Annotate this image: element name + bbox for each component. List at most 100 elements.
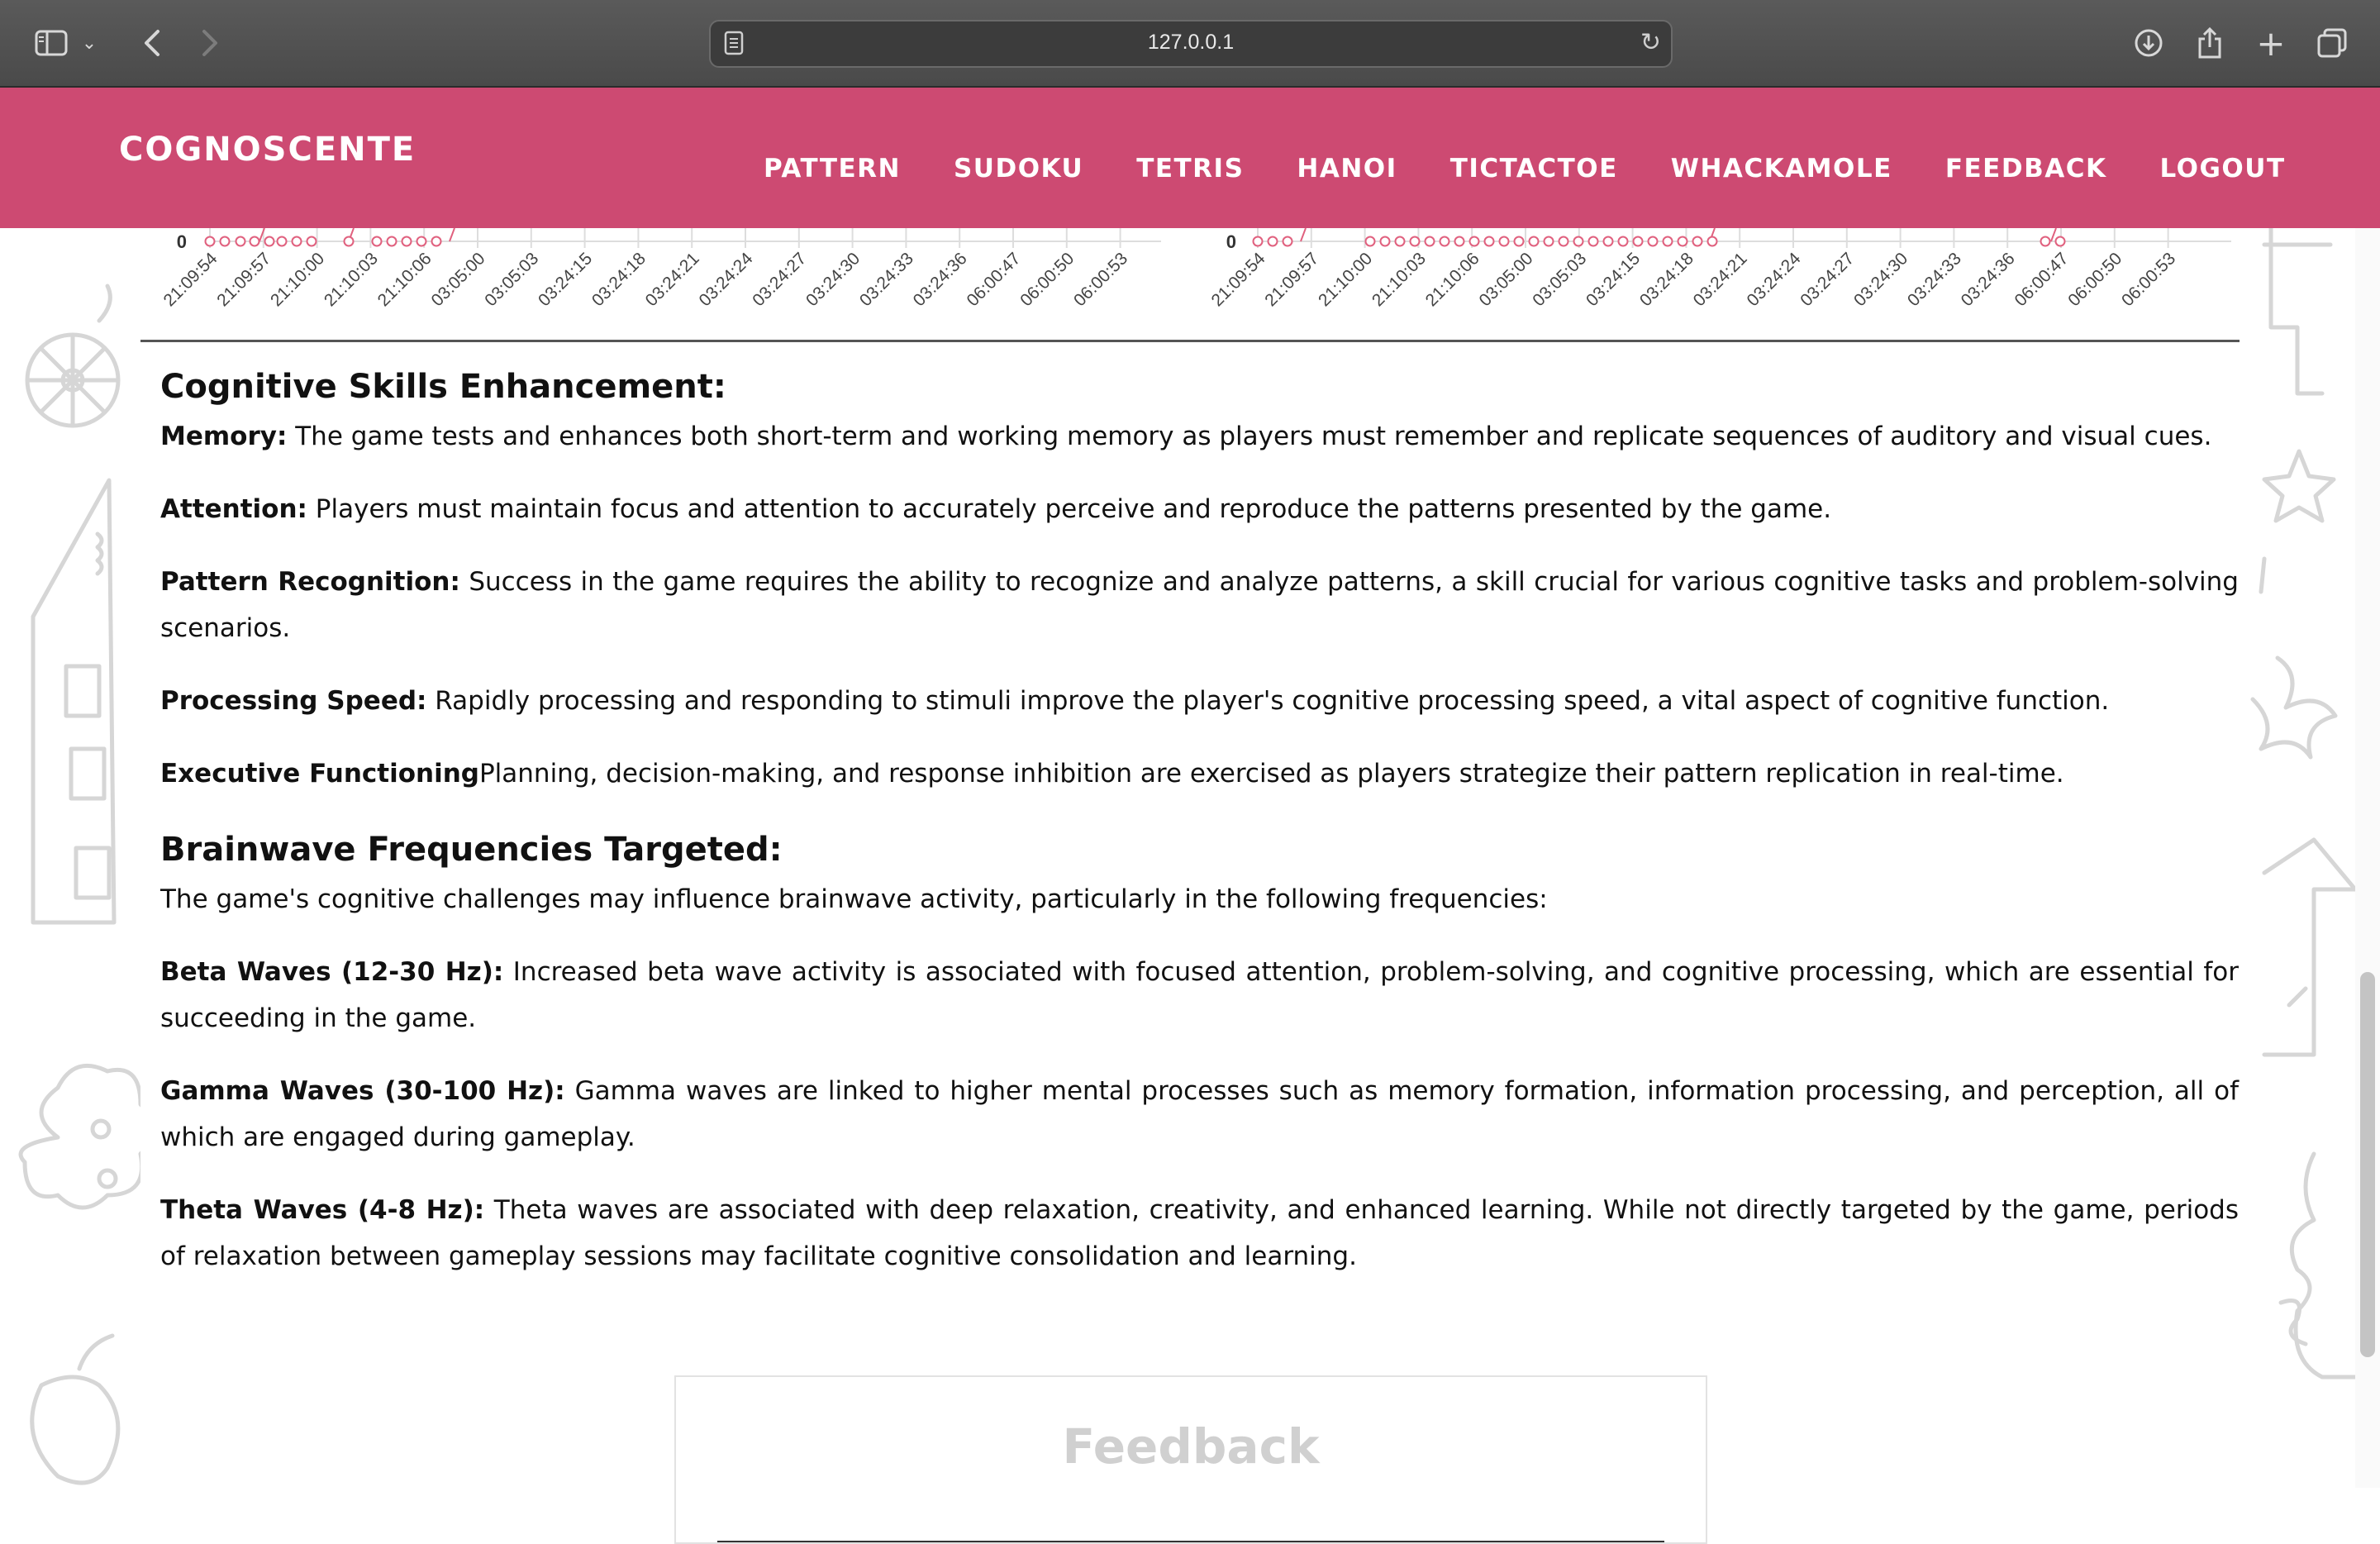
skill-term: Executive Functioning <box>160 759 479 789</box>
skill-text: Players must maintain focus and attentio… <box>307 494 1832 524</box>
plus-icon[interactable]: + <box>2249 21 2292 64</box>
chart-x-tick-label: 03:24:24 <box>695 249 756 310</box>
chart-point <box>1379 236 1391 247</box>
chart-x-tick-label: 03:05:03 <box>1529 249 1590 310</box>
chart-point <box>1498 236 1510 247</box>
chart-x-tick-label: 03:24:21 <box>642 249 703 310</box>
chart-x-tick-label: 06:00:53 <box>1070 249 1131 310</box>
chart-point <box>264 236 275 247</box>
feedback-divider <box>717 1541 1664 1542</box>
wave-term: Beta Waves (12-30 Hz): <box>160 957 504 987</box>
chart-point <box>1394 236 1406 247</box>
share-icon[interactable] <box>2188 21 2231 64</box>
chart-point <box>1558 236 1569 247</box>
nav-link-whackamole[interactable]: WHACKAMOLE <box>1671 154 1892 183</box>
nav-link-hanoi[interactable]: HANOI <box>1297 154 1397 183</box>
nav-link-tictactoe[interactable]: TICTACTOE <box>1450 154 1618 183</box>
chart-x-tick-label: 03:24:21 <box>1690 249 1751 310</box>
chart-point <box>1483 236 1495 247</box>
chart-x-tick-label: 21:09:57 <box>1261 249 1322 310</box>
chart-x-tick-label: 03:24:24 <box>1743 249 1804 310</box>
site-navbar: COGNOSCENTE PATTERN SUDOKU TETRIS HANOI … <box>0 88 2380 228</box>
reload-icon[interactable]: ↻ <box>1640 28 1661 57</box>
chart-x-tick-label: 21:10:03 <box>321 249 382 310</box>
chart-x-tick-label: 03:24:15 <box>535 249 596 310</box>
chart-point <box>2054 236 2066 247</box>
charts-divider <box>140 340 2240 342</box>
chart-x-tick-label: 03:24:15 <box>1583 249 1644 310</box>
nav-link-feedback[interactable]: FEEDBACK <box>1945 154 2107 183</box>
brainwaves-intro: The game's cognitive challenges may infl… <box>160 884 1548 914</box>
chart-point <box>1364 236 1376 247</box>
chart-point <box>1706 236 1718 247</box>
feedback-card: Feedback <box>674 1375 1707 1544</box>
chart-point <box>276 236 288 247</box>
skill-text: Success in the game requires the ability… <box>160 567 2239 643</box>
browser-toolbar: ⌄ 127.0.0.1 ↻ + <box>0 0 2380 88</box>
article: Cognitive Skills Enhancement: Memory: Th… <box>160 360 2239 1306</box>
skill-pattern-recognition: Pattern Recognition: Success in the game… <box>160 559 2239 651</box>
url-text: 127.0.0.1 <box>1147 31 1235 54</box>
forward-arrow-icon[interactable] <box>188 21 231 64</box>
chart-point <box>1662 236 1673 247</box>
brainwaves-heading: Brainwave Frequencies Targeted: <box>160 831 783 869</box>
chart-point <box>1424 236 1435 247</box>
skill-attention: Attention: Players must maintain focus a… <box>160 486 2239 532</box>
chart-x-tick-label: 03:24:36 <box>910 249 971 310</box>
chart-point <box>204 236 216 247</box>
wave-gamma: Gamma Waves (30-100 Hz): Gamma waves are… <box>160 1068 2239 1160</box>
scrollbar-thumb[interactable] <box>2360 972 2375 1357</box>
chart-point <box>2040 236 2051 247</box>
chart-point <box>1573 236 1584 247</box>
chevron-down-icon[interactable]: ⌄ <box>76 21 102 64</box>
skill-term: Processing Speed: <box>160 686 427 716</box>
skill-term: Memory: <box>160 422 288 451</box>
sidebar-icon[interactable] <box>30 21 73 64</box>
chart-point <box>235 236 246 247</box>
chart-point <box>1647 236 1659 247</box>
chart-point <box>1252 236 1264 247</box>
address-bar[interactable]: 127.0.0.1 ↻ <box>709 20 1673 68</box>
chart-x-tick-label: 06:00:47 <box>963 249 1024 310</box>
chart-x-tick-label: 03:24:18 <box>1636 249 1697 310</box>
chart-point <box>1439 236 1450 247</box>
chart-point <box>1602 236 1614 247</box>
skills-heading: Cognitive Skills Enhancement: <box>160 368 726 406</box>
wave-term: Gamma Waves (30-100 Hz): <box>160 1076 565 1106</box>
chart-x-tick-label: 06:00:50 <box>1016 249 1078 310</box>
chart-x-tick-label: 21:10:06 <box>1422 249 1483 310</box>
chart-x-tick-label: 21:10:00 <box>267 249 328 310</box>
nav-link-logout[interactable]: LOGOUT <box>2159 154 2285 183</box>
chart-y-tick-label: 0 <box>177 231 187 252</box>
chart-x-tick-label: 03:05:00 <box>1475 249 1536 310</box>
back-arrow-icon[interactable] <box>131 21 174 64</box>
chart-point <box>416 236 427 247</box>
chart-point <box>219 236 231 247</box>
chart-point <box>431 236 442 247</box>
chart-x-tick-label: 03:24:33 <box>856 249 917 310</box>
skill-text: Planning, decision-making, and response … <box>478 759 2064 789</box>
download-icon[interactable] <box>2127 21 2170 64</box>
chart-y-tick-label: 0 <box>1226 231 1236 252</box>
chart-point <box>1513 236 1525 247</box>
tabs-icon[interactable] <box>2311 21 2354 64</box>
site-brand[interactable]: COGNOSCENTE <box>119 131 416 169</box>
chart-point <box>1677 236 1688 247</box>
nav-link-sudoku[interactable]: SUDOKU <box>954 154 1083 183</box>
chart-point <box>371 236 383 247</box>
skill-memory: Memory: The game tests and enhances both… <box>160 413 2239 460</box>
chart-x-tick-label: 03:24:33 <box>1904 249 1965 310</box>
chart-point <box>1282 236 1293 247</box>
skill-executive-functioning: Executive FunctioningPlanning, decision-… <box>160 751 2239 797</box>
chart-point <box>1617 236 1629 247</box>
chart-point <box>1528 236 1540 247</box>
chart-series-line <box>1300 228 1307 242</box>
skill-text: The game tests and enhances both short-t… <box>287 422 2212 451</box>
chart-point <box>1454 236 1465 247</box>
nav-link-pattern[interactable]: PATTERN <box>764 154 901 183</box>
chart-point <box>1409 236 1421 247</box>
chart-x-tick-label: 06:00:53 <box>2118 249 2179 310</box>
skill-term: Pattern Recognition: <box>160 567 460 597</box>
nav-link-tetris[interactable]: TETRIS <box>1136 154 1244 183</box>
chart-point <box>291 236 302 247</box>
